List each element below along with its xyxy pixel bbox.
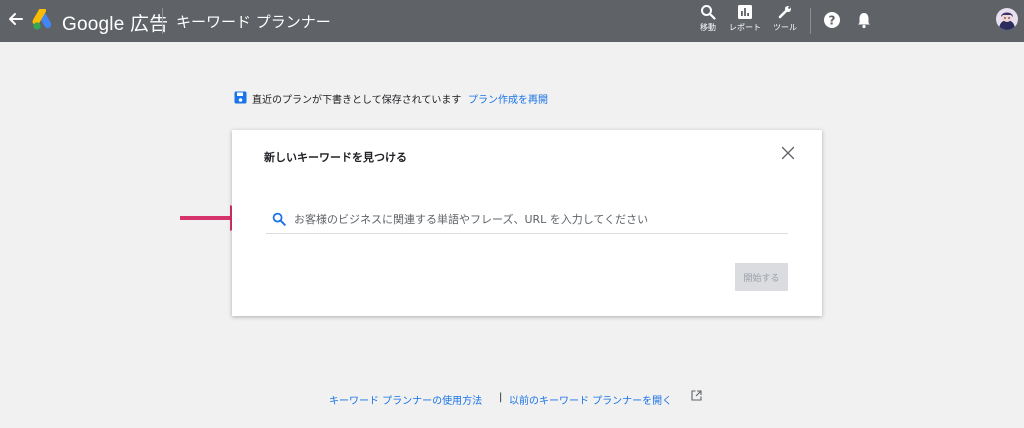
tools-button[interactable]: ツール <box>763 4 807 38</box>
resume-plan-link[interactable]: プラン作成を再開 <box>468 91 548 106</box>
page-title: キーワード プランナー <box>176 13 331 31</box>
notifications-icon[interactable] <box>854 10 874 30</box>
save-icon <box>234 91 247 104</box>
card-title: 新しいキーワードを見つける <box>264 151 407 164</box>
svg-text:?: ? <box>829 14 836 28</box>
header-divider <box>810 8 811 34</box>
top-app-bar: Google 広告 キーワード プランナー 移動 レポート ツール ? <box>0 0 1024 42</box>
reports-icon <box>738 5 752 19</box>
how-to-use-link[interactable]: キーワード プランナーの使用方法 <box>329 392 482 407</box>
search-icon <box>701 5 716 20</box>
search-icon <box>272 212 286 226</box>
wrench-icon <box>778 6 791 19</box>
start-button[interactable]: 開始する <box>735 263 788 291</box>
keyword-search-input[interactable] <box>294 208 784 230</box>
external-link-icon <box>691 390 702 401</box>
avatar-image <box>996 8 1018 30</box>
header-divider <box>162 8 163 34</box>
brand-name: Google 広告 <box>62 14 169 35</box>
open-previous-planner-link[interactable]: 以前のキーワード プランナーを開く <box>509 392 672 407</box>
close-icon[interactable] <box>781 146 795 160</box>
reports-label: レポート <box>729 23 761 32</box>
reports-button[interactable]: レポート <box>723 4 767 38</box>
find-keywords-card: 新しいキーワードを見つける 開始する <box>232 130 822 316</box>
back-arrow-icon[interactable] <box>6 9 26 29</box>
notice-text: 直近のプランが下書きとして保存されています <box>252 95 462 106</box>
tools-label: ツール <box>773 23 797 32</box>
account-avatar[interactable] <box>996 8 1018 30</box>
keyword-search-field[interactable] <box>266 204 788 234</box>
help-icon[interactable]: ? <box>822 10 842 30</box>
footer-separator: | <box>499 392 503 403</box>
google-ads-logo-icon <box>32 9 52 30</box>
